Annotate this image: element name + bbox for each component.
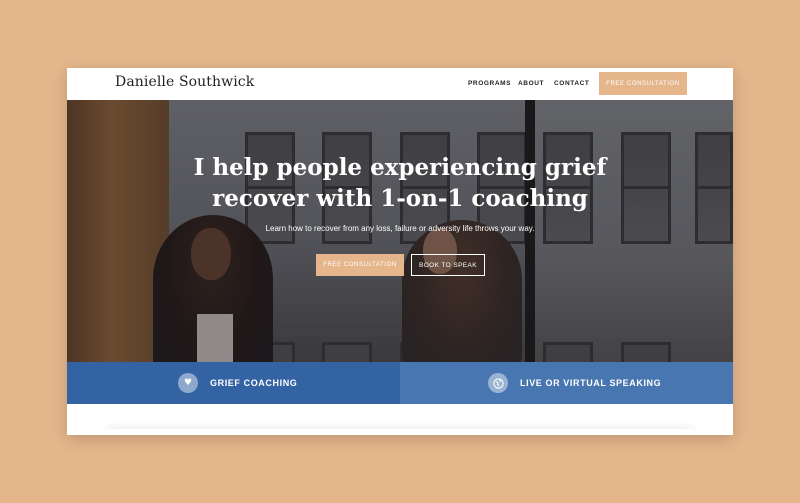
hero-title-line-2: recover with 1-on-1 coaching [212, 185, 588, 212]
free-consultation-button[interactable]: FREE CONSULTATION [316, 254, 404, 276]
grief-coaching-label: GRIEF COACHING [210, 378, 298, 388]
content-section [67, 404, 733, 435]
browser-window: Danielle Southwick PROGRAMS ABOUT CONTAC… [67, 68, 733, 435]
globe-icon [488, 373, 508, 393]
site-header: Danielle Southwick PROGRAMS ABOUT CONTAC… [67, 68, 733, 100]
heart-icon: ♥ [178, 373, 198, 393]
hero-title: I help people experiencing grief recover… [150, 152, 650, 214]
nav-programs[interactable]: PROGRAMS [468, 80, 511, 87]
card-shadow [107, 429, 693, 435]
free-consultation-nav-button[interactable]: FREE CONSULTATION [599, 72, 687, 95]
hero-section: I help people experiencing grief recover… [67, 100, 733, 362]
book-to-speak-button[interactable]: BOOK TO SPEAK [411, 254, 485, 276]
live-or-virtual-speaking-label: LIVE OR VIRTUAL SPEAKING [520, 378, 662, 388]
site-logo[interactable]: Danielle Southwick [115, 74, 254, 90]
live-or-virtual-speaking-link[interactable]: LIVE OR VIRTUAL SPEAKING [400, 362, 733, 404]
grief-coaching-link[interactable]: ♥ GRIEF COACHING [67, 362, 400, 404]
hero-title-line-1: I help people experiencing grief [193, 154, 607, 181]
hero-subtitle: Learn how to recover from any loss, fail… [265, 224, 535, 233]
nav-contact[interactable]: CONTACT [554, 80, 590, 87]
nav-about[interactable]: ABOUT [518, 80, 544, 87]
